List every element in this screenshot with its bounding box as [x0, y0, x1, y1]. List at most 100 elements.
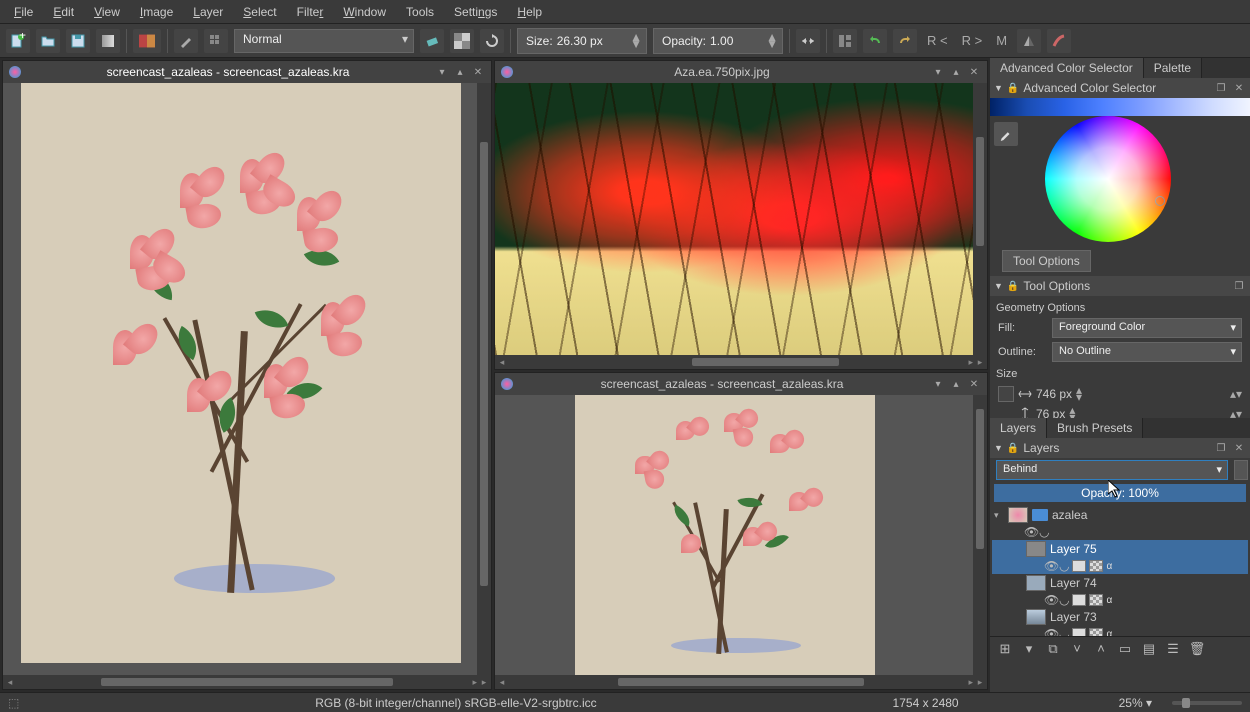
hue-strip[interactable] — [990, 98, 1250, 116]
width-spinner[interactable]: 746 px ▴▾ — [998, 386, 1224, 402]
layer-controls[interactable]: 👁◡ — [992, 524, 1248, 540]
tab-advanced-color[interactable]: Advanced Color Selector — [990, 58, 1144, 78]
brush-edit-button[interactable] — [174, 29, 198, 53]
maximize-icon[interactable]: ▴ — [453, 65, 467, 79]
layer-tree[interactable]: ▾ azalea 👁◡ Layer 75 👁◡α Layer 74 👁◡α — [990, 504, 1250, 636]
blend-mode-dropdown[interactable]: Normal — [234, 29, 414, 53]
layer-menu-button[interactable]: ☰ — [1164, 640, 1182, 658]
canvas[interactable] — [3, 83, 491, 675]
menu-filter[interactable]: Filter — [287, 2, 334, 22]
color-wheel[interactable] — [1045, 116, 1171, 242]
menu-tools[interactable]: Tools — [396, 2, 444, 22]
scrollbar-vertical[interactable] — [477, 83, 491, 675]
scrollbar-horizontal[interactable]: ◂▸▸ — [495, 355, 987, 369]
lock-icon[interactable]: 🔒 — [1007, 281, 1019, 292]
brush-size-spinner[interactable]: Size: 26.30 px ▲▼ — [517, 28, 647, 54]
duplicate-layer-button[interactable]: ⧉ — [1044, 640, 1062, 658]
canvas[interactable] — [495, 83, 987, 355]
close-icon[interactable]: ✕ — [967, 65, 981, 79]
mirror-h-button[interactable] — [796, 29, 820, 53]
menu-layer[interactable]: Layer — [183, 2, 233, 22]
layer-controls[interactable]: 👁◡α — [992, 626, 1248, 636]
float-icon[interactable]: ❐ — [1214, 443, 1228, 454]
layer-row[interactable]: Layer 75 — [992, 540, 1248, 558]
flip-button[interactable] — [1017, 29, 1041, 53]
canvas[interactable] — [495, 395, 987, 675]
tab-palette[interactable]: Palette — [1144, 58, 1202, 78]
layer-group[interactable]: ▾ azalea — [992, 506, 1248, 524]
pattern-button[interactable] — [133, 29, 161, 53]
scrollbar-horizontal[interactable]: ◂▸▸ — [495, 675, 987, 689]
layer-opacity-slider[interactable]: Opacity: 100% — [994, 484, 1246, 502]
color-picker-icon[interactable] — [994, 122, 1018, 146]
document-window-2: Aza.ea.750pix.jpg ▾ ▴ ✕ ◂▸▸ — [494, 60, 988, 370]
gradient-button[interactable] — [96, 29, 120, 53]
float-icon[interactable]: ❐ — [1214, 83, 1228, 94]
outline-dropdown[interactable]: No Outline — [1052, 342, 1242, 362]
close-icon[interactable]: ✕ — [967, 377, 981, 391]
fill-dropdown[interactable]: Foreground Color — [1052, 318, 1242, 338]
menu-file[interactable]: File — [4, 2, 43, 22]
eraser-toggle-button[interactable] — [420, 29, 444, 53]
layer-settings-button[interactable]: ▤ — [1140, 640, 1158, 658]
undo-button[interactable] — [863, 29, 887, 53]
tab-layers[interactable]: Layers — [990, 418, 1047, 438]
status-bar: ⬚ RGB (8-bit integer/channel) sRGB-elle-… — [0, 692, 1250, 712]
layer-row[interactable]: Layer 73 — [992, 608, 1248, 626]
alpha-lock-button[interactable] — [450, 29, 474, 53]
minimize-icon[interactable]: ▾ — [435, 65, 449, 79]
delete-layer-button[interactable]: 🗑 — [1188, 640, 1206, 658]
reload-button[interactable] — [480, 29, 504, 53]
zoom-slider[interactable] — [1172, 701, 1242, 705]
menu-edit[interactable]: Edit — [43, 2, 84, 22]
menu-help[interactable]: Help — [507, 2, 552, 22]
layer-row[interactable]: Layer 74 — [992, 574, 1248, 592]
tool-options-body: Geometry Options Fill: Foreground Color … — [990, 296, 1250, 418]
minimize-icon[interactable]: ▾ — [931, 65, 945, 79]
layer-controls[interactable]: 👁◡α — [992, 558, 1248, 574]
scrollbar-vertical[interactable] — [973, 83, 987, 355]
zoom-level[interactable]: 25% ▾ — [1119, 696, 1152, 710]
color-selector-body[interactable] — [990, 98, 1250, 246]
close-icon[interactable]: ✕ — [1232, 443, 1246, 454]
maximize-icon[interactable]: ▴ — [949, 377, 963, 391]
workspace-button[interactable] — [833, 29, 857, 53]
menu-window[interactable]: Window — [333, 2, 396, 22]
new-doc-button[interactable]: + — [6, 29, 30, 53]
layer-properties-button[interactable]: ▭ — [1116, 640, 1134, 658]
mirror-button[interactable]: M — [992, 33, 1011, 48]
menu-settings[interactable]: Settings — [444, 2, 507, 22]
menu-select[interactable]: Select — [233, 2, 286, 22]
rotate-right-button[interactable]: R > — [958, 33, 987, 48]
layer-controls[interactable]: 👁◡α — [992, 592, 1248, 608]
lock-icon[interactable]: 🔒 — [1007, 443, 1019, 454]
scrollbar-vertical[interactable] — [973, 395, 987, 675]
add-layer-menu-button[interactable]: ▾ — [1020, 640, 1038, 658]
move-down-button[interactable]: ˅ — [1068, 640, 1086, 658]
collapse-icon[interactable]: ▼ — [994, 83, 1003, 93]
close-icon[interactable]: ✕ — [471, 65, 485, 79]
layer-blend-dropdown[interactable]: Behind — [996, 460, 1228, 480]
rotate-left-button[interactable]: R < — [923, 33, 952, 48]
move-up-button[interactable]: ˄ — [1092, 640, 1110, 658]
maximize-icon[interactable]: ▴ — [949, 65, 963, 79]
brush-opacity-spinner[interactable]: Opacity: 1.00 ▲▼ — [653, 28, 783, 54]
grid-button[interactable] — [204, 29, 228, 53]
add-layer-button[interactable]: ⊞ — [996, 640, 1014, 658]
brush-preset-button[interactable] — [1047, 29, 1071, 53]
menu-view[interactable]: View — [84, 2, 130, 22]
redo-button[interactable] — [893, 29, 917, 53]
menu-image[interactable]: Image — [130, 2, 183, 22]
float-icon[interactable]: ❐ — [1232, 281, 1246, 292]
collapse-icon[interactable]: ▼ — [994, 443, 1003, 453]
open-button[interactable] — [36, 29, 60, 53]
scrollbar-horizontal[interactable]: ◂▸▸ — [3, 675, 491, 689]
tool-options-toggle[interactable]: Tool Options — [1002, 250, 1091, 272]
tab-brush-presets[interactable]: Brush Presets — [1047, 418, 1143, 438]
collapse-icon[interactable]: ▼ — [994, 281, 1003, 291]
minimize-icon[interactable]: ▾ — [931, 377, 945, 391]
blend-options-button[interactable] — [1234, 460, 1248, 480]
save-button[interactable] — [66, 29, 90, 53]
close-icon[interactable]: ✕ — [1232, 83, 1246, 94]
lock-icon[interactable]: 🔒 — [1007, 83, 1019, 94]
